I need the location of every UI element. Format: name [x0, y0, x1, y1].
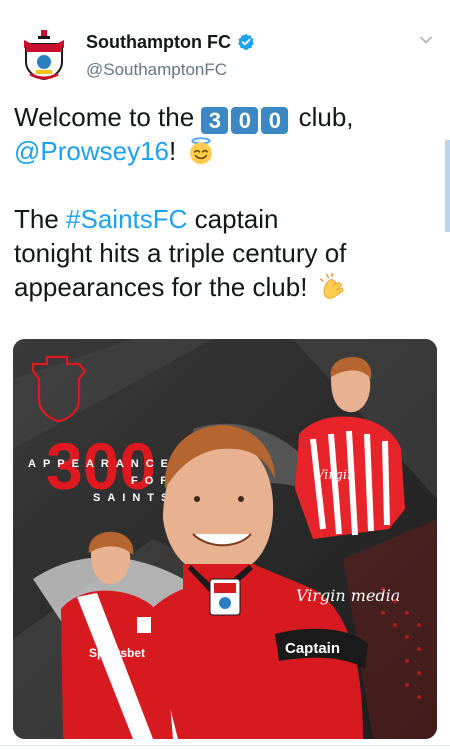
- account-handle[interactable]: @SouthamptonFC: [86, 60, 227, 80]
- graphic-300-appearances: 300 APPEARANCES FOR SAINTS Virgin media …: [13, 339, 437, 739]
- display-name[interactable]: Southampton FC: [86, 32, 231, 53]
- tweet-text-segment: !: [169, 136, 177, 166]
- verified-badge-icon: [238, 33, 254, 51]
- media-image[interactable]: 300 APPEARANCES FOR SAINTS Virgin media …: [13, 339, 437, 739]
- graphic-word-appearances: APPEARANCES: [28, 458, 189, 470]
- name-row: Southampton FC: [86, 30, 255, 54]
- captain-armband: Captain: [285, 640, 340, 657]
- graphic-word-saints: SAINTS: [93, 492, 175, 504]
- southampton-crest-icon[interactable]: [22, 30, 66, 80]
- smiling-face-with-halo-icon: [190, 137, 213, 165]
- tweet-text-segment: Welcome to the: [14, 102, 202, 132]
- mention-link[interactable]: @Prowsey16: [14, 136, 169, 166]
- sponsor-left-logo: Sportsbet: [89, 646, 145, 660]
- tweet-text-segment: captain: [187, 204, 279, 234]
- keycap-digit: 0: [231, 107, 259, 134]
- tweet-text-segment: appearances for the club!: [14, 272, 308, 302]
- tweet-line-4: tonight hits a triple century of: [14, 238, 347, 268]
- sponsor-right-player-logo: Virgin: [315, 468, 355, 483]
- tweet-line-1: Welcome to the 300 club,: [14, 100, 434, 134]
- hashtag-link[interactable]: #SaintsFC: [66, 204, 187, 234]
- scrollbar[interactable]: [445, 140, 450, 232]
- tweet-text: Welcome to the 300 club, @Prowsey16! The…: [14, 100, 434, 304]
- tweet-line-3: The #SaintsFC captain: [14, 202, 434, 236]
- tweet-text-segment: club,: [291, 102, 354, 132]
- tweet-line-2: @Prowsey16!: [14, 134, 434, 168]
- keycap-digit: 0: [261, 107, 289, 134]
- tweet-text-segment: The: [14, 204, 67, 234]
- keycap-digit: 3: [201, 107, 229, 134]
- tweet-line-5: appearances for the club!: [14, 270, 434, 304]
- divider: [0, 745, 450, 746]
- clapping-hands-icon: [319, 273, 344, 299]
- tweet-header: Southampton FC @SouthamptonFC: [0, 0, 450, 100]
- chevron-down-icon[interactable]: [418, 32, 434, 48]
